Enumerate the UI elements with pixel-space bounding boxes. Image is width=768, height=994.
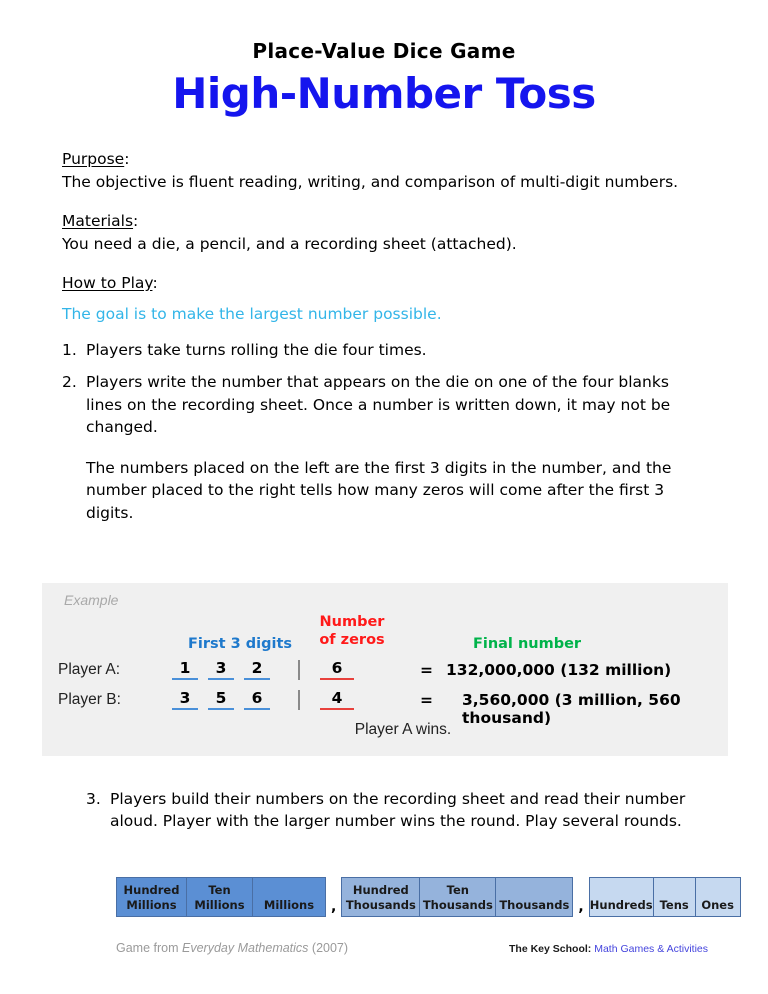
- player-b-digit-1: 3: [172, 689, 198, 710]
- header-number-of-zeros-line2: of zeros: [319, 632, 385, 649]
- materials-heading: Materials:: [62, 210, 702, 232]
- place-value-group-ones: Hundreds Tens Ones: [588, 877, 741, 917]
- materials-heading-label: Materials: [62, 211, 134, 230]
- step-3-number: 3.: [86, 790, 101, 808]
- how-to-play-heading-colon: :: [152, 273, 158, 292]
- header-final-number: Final number: [472, 636, 582, 652]
- place-value-group-millions: Hundred Millions Ten Millions Millions: [116, 877, 326, 917]
- pv-cell-thousands-line2: Thousands: [499, 897, 570, 912]
- step-1-number: 1.: [62, 340, 77, 359]
- step-3-text: Players build their numbers on the recor…: [110, 790, 686, 831]
- player-b-digit-2: 5: [208, 689, 234, 710]
- pv-cell-hundred-millions-line2: Millions: [126, 897, 177, 912]
- footer-source-year: (2007): [308, 941, 349, 955]
- pv-cell-ten-millions: Ten Millions: [187, 878, 253, 916]
- player-a-digit-1: 1: [172, 659, 198, 680]
- materials-heading-colon: :: [133, 211, 139, 230]
- step-3-list: 3. Players build their numbers on the re…: [86, 788, 686, 833]
- pv-cell-hundred-millions-line1: Hundred: [123, 883, 180, 898]
- pv-cell-hundreds: Hundreds: [589, 878, 654, 916]
- pv-cell-hundred-thousands-line1: Hundred: [352, 883, 409, 898]
- how-to-play-heading-label: How to Play: [62, 273, 153, 292]
- pv-cell-ones: Ones: [695, 878, 740, 916]
- player-b-zeros: 4: [320, 689, 354, 710]
- pv-cell-hundred-thousands: Hundred Thousands: [342, 878, 421, 916]
- pv-cell-millions-line2: Millions: [263, 897, 315, 912]
- pv-cell-tens-line2: Tens: [659, 897, 689, 912]
- page-subtitle: Place-Value Dice Game: [252, 39, 516, 63]
- footer-source: Game from Everyday Mathematics (2007): [116, 941, 348, 955]
- place-value-group-thousands: Hundred Thousands Ten Thousands Thousand…: [341, 877, 574, 917]
- step-1-text: Players take turns rolling the die four …: [86, 340, 427, 359]
- player-b-label: Player B:: [58, 691, 121, 708]
- footer-source-title: Everyday Mathematics: [182, 941, 309, 955]
- pv-cell-hundred-millions: Hundred Millions: [117, 878, 187, 916]
- purpose-heading-colon: :: [124, 150, 130, 168]
- pv-separator-comma-1: ,: [331, 899, 337, 915]
- pv-cell-ones-line2: Ones: [701, 897, 734, 912]
- goal-text: The goal is to make the largest number p…: [62, 305, 442, 324]
- pv-cell-ten-millions-line2: Millions: [194, 897, 245, 912]
- example-row-player-b: Player B: 3 5 6 4 = 3,560,000 (3 million…: [42, 689, 728, 727]
- purpose-text: The objective is fluent reading, writing…: [62, 173, 679, 192]
- footer-credit-prefix: The Key School:: [509, 943, 595, 955]
- purpose-heading-label: Purpose: [62, 150, 125, 168]
- footer-credit-link[interactable]: Math Games & Activities: [594, 943, 708, 955]
- player-a-digit-2: 3: [208, 659, 234, 680]
- pv-cell-millions: Millions: [253, 878, 325, 916]
- player-a-final-number: 132,000,000 (132 million): [446, 661, 672, 679]
- pv-cell-thousands: Thousands: [496, 878, 573, 916]
- example-row-player-a: Player A: 1 3 2 6 = 132,000,000 (132 mil…: [42, 659, 728, 689]
- header-number-of-zeros-line1: Number: [319, 614, 385, 630]
- footer-credit: The Key School: Math Games & Activities: [509, 943, 708, 955]
- pv-cell-ten-thousands-line2: Thousands: [422, 897, 493, 912]
- how-to-play-heading: How to Play:: [62, 272, 702, 294]
- materials-text: You need a die, a pencil, and a recordin…: [62, 235, 517, 254]
- pv-cell-ten-thousands: Ten Thousands: [420, 878, 497, 916]
- player-a-equals-sign: =: [420, 661, 433, 679]
- step-2: 2. Players write the number that appears…: [62, 371, 702, 438]
- example-column-headers: First 3 digits Number of zeros Final num…: [42, 613, 728, 659]
- header-number-of-zeros: Number of zeros: [282, 613, 422, 649]
- body-content: Purpose: The objective is fluent reading…: [62, 148, 702, 524]
- player-a-label: Player A:: [58, 661, 121, 678]
- pv-cell-hundreds-line2: Hundreds: [589, 897, 653, 912]
- example-winner-text: Player A wins.: [354, 721, 452, 738]
- pv-cell-ten-thousands-line1: Ten: [446, 883, 469, 898]
- example-label: Example: [64, 592, 119, 608]
- purpose-heading: Purpose:: [62, 148, 702, 170]
- step-1: 1. Players take turns rolling the die fo…: [62, 339, 702, 361]
- player-b-separator-bar: [298, 690, 300, 710]
- pv-cell-tens: Tens: [653, 878, 696, 916]
- step-3: 3. Players build their numbers on the re…: [86, 788, 686, 833]
- player-a-separator-bar: [298, 660, 300, 680]
- footer-source-prefix: Game from: [116, 941, 182, 955]
- player-b-digits: 3 5 6: [172, 689, 270, 710]
- example-box: Example First 3 digits Number of zeros F…: [42, 583, 728, 756]
- player-a-digit-3: 2: [244, 659, 270, 680]
- place-value-table: Hundred Millions Ten Millions Millions ,…: [116, 877, 741, 917]
- how-to-play-steps: 1. Players take turns rolling the die fo…: [62, 339, 702, 439]
- step-2-text: Players write the number that appears on…: [86, 373, 671, 437]
- worksheet-page: Place-Value Dice Game High-Number Toss P…: [0, 0, 768, 994]
- step-2-note: The numbers placed on the left are the f…: [86, 458, 672, 522]
- page-title: High-Number Toss: [172, 69, 596, 118]
- pv-cell-hundred-thousands-line2: Thousands: [345, 897, 416, 912]
- pv-cell-ten-millions-line1: Ten: [208, 883, 231, 898]
- player-b-digit-3: 6: [244, 689, 270, 710]
- pv-separator-comma-2: ,: [578, 899, 584, 915]
- player-a-digits: 1 3 2: [172, 659, 270, 680]
- player-a-zeros: 6: [320, 659, 354, 680]
- step-2-number: 2.: [62, 373, 77, 392]
- player-b-equals-sign: =: [420, 691, 433, 709]
